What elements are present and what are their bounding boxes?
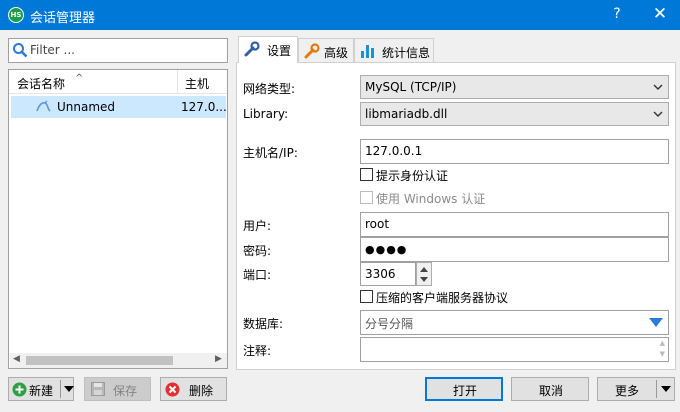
database-label: 数据库: xyxy=(243,317,284,331)
chevron-down-icon[interactable] xyxy=(64,386,74,392)
network-type-label: 网络类型: xyxy=(243,82,296,96)
more-button[interactable]: 更多 xyxy=(597,377,675,401)
host-input[interactable]: 127.0.0.1 xyxy=(360,139,669,164)
add-icon xyxy=(12,382,27,397)
prompt-auth-label: 提示身份认证 xyxy=(376,169,449,183)
comment-label: 注释: xyxy=(243,344,272,358)
prompt-auth-checkbox[interactable] xyxy=(360,168,373,181)
port-input[interactable]: 3306 xyxy=(360,262,416,286)
more-dropdown-divider xyxy=(656,380,657,398)
password-value: ●●●● xyxy=(365,243,408,256)
filter-placeholder: Filter ... xyxy=(30,43,75,57)
database-input[interactable]: 分号分隔 xyxy=(360,310,669,335)
save-icon xyxy=(91,382,105,396)
bar-chart-icon xyxy=(361,45,374,58)
open-button[interactable]: 打开 xyxy=(425,377,503,401)
horizontal-scrollbar[interactable]: ◀ ▶ xyxy=(10,353,227,368)
title-bar: HS 会话管理器 ? ✕ xyxy=(0,0,680,30)
scroll-down-icon[interactable]: ▼ xyxy=(660,350,665,358)
session-row[interactable]: Unnamed 127.0... xyxy=(11,96,227,118)
chevron-down-icon xyxy=(653,111,663,117)
window-title: 会话管理器 xyxy=(30,11,96,26)
user-label: 用户: xyxy=(243,219,272,233)
database-value: 分号分隔 xyxy=(365,317,414,331)
mariadb-seal-icon xyxy=(36,100,51,112)
chevron-down-icon xyxy=(653,84,663,90)
delete-button-label: 删除 xyxy=(189,384,214,398)
search-icon xyxy=(13,43,28,58)
open-button-label: 打开 xyxy=(453,384,478,398)
tab-statistics-label: 统计信息 xyxy=(382,46,431,60)
column-divider[interactable] xyxy=(177,70,178,94)
close-button[interactable]: ✕ xyxy=(648,3,672,25)
password-input[interactable]: ●●●● xyxy=(360,237,669,262)
comment-textarea[interactable]: ▲ ▼ xyxy=(360,337,669,362)
compress-checkbox[interactable] xyxy=(360,290,373,303)
scroll-up-icon[interactable]: ▲ xyxy=(660,339,665,347)
tab-settings[interactable]: 设置 xyxy=(238,36,298,63)
tab-statistics[interactable]: 统计信息 xyxy=(354,38,434,62)
cancel-button[interactable]: 取消 xyxy=(511,377,589,401)
delete-button[interactable]: 删除 xyxy=(160,377,227,401)
filter-input[interactable]: Filter ... xyxy=(8,38,228,63)
compress-label: 压缩的客户端服务器协议 xyxy=(376,291,509,305)
app-logo-icon: HS xyxy=(8,7,24,23)
host-value: 127.0.0.1 xyxy=(365,144,423,158)
new-button[interactable]: 新建 xyxy=(8,377,74,401)
column-header-host[interactable]: 主机 xyxy=(185,75,209,92)
help-button[interactable]: ? xyxy=(606,3,628,25)
spin-up-icon[interactable] xyxy=(420,265,428,273)
chevron-down-icon[interactable] xyxy=(661,386,671,392)
password-label: 密码: xyxy=(243,244,272,258)
library-select[interactable]: libmariadb.dll xyxy=(360,102,669,126)
tab-advanced[interactable]: 高级 xyxy=(298,38,354,62)
session-tree[interactable]: 会话名称 ^ 主机 Unnamed 127.0... ◀ ▶ xyxy=(8,69,228,369)
tab-settings-label: 设置 xyxy=(267,44,292,58)
windows-auth-checkbox[interactable] xyxy=(360,191,373,204)
sort-ascending-icon: ^ xyxy=(75,73,84,84)
user-value: root xyxy=(365,217,390,231)
network-type-select[interactable]: MySQL (TCP/IP) xyxy=(360,75,669,99)
spin-down-icon[interactable] xyxy=(420,276,428,284)
host-label: 主机名/IP: xyxy=(243,146,298,160)
user-input[interactable]: root xyxy=(360,212,669,237)
wrench-icon xyxy=(304,43,320,59)
session-name: Unnamed xyxy=(57,100,116,114)
session-host: 127.0... xyxy=(181,100,227,114)
windows-auth-label: 使用 Windows 认证 xyxy=(376,192,486,206)
cancel-button-label: 取消 xyxy=(539,384,564,398)
column-header-session-name[interactable]: 会话名称 xyxy=(17,75,65,92)
more-button-label: 更多 xyxy=(615,384,640,398)
library-value: libmariadb.dll xyxy=(365,107,448,121)
library-label: Library: xyxy=(243,107,289,121)
new-button-label: 新建 xyxy=(29,384,54,398)
tree-header: 会话名称 ^ 主机 xyxy=(9,70,227,94)
tab-advanced-label: 高级 xyxy=(324,46,349,60)
port-value: 3306 xyxy=(365,267,396,281)
delete-icon xyxy=(165,382,180,397)
port-spinner[interactable] xyxy=(416,262,432,286)
scroll-left-icon[interactable]: ◀ xyxy=(13,354,20,364)
wrench-icon xyxy=(244,41,260,57)
save-button-label: 保存 xyxy=(113,384,138,398)
scroll-right-icon[interactable]: ▶ xyxy=(215,354,222,364)
save-button[interactable]: 保存 xyxy=(84,377,151,401)
new-dropdown-divider xyxy=(60,380,61,398)
network-type-value: MySQL (TCP/IP) xyxy=(365,80,457,94)
chevron-down-icon[interactable] xyxy=(649,318,663,327)
port-label: 端口: xyxy=(243,268,272,282)
scrollbar-thumb[interactable] xyxy=(26,356,173,365)
